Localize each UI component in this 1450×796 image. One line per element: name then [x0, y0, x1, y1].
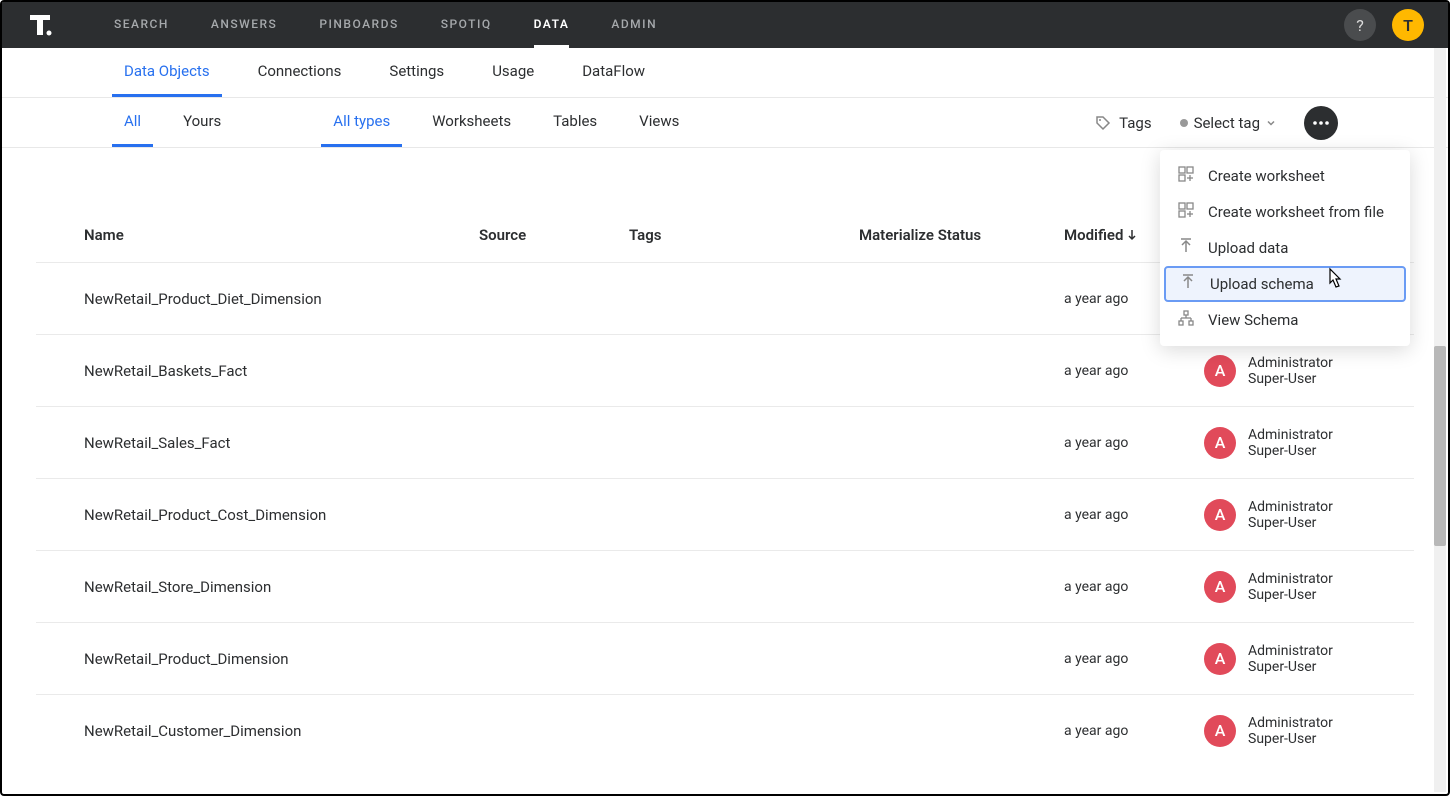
select-tag-label: Select tag [1194, 114, 1260, 132]
select-tag-dropdown[interactable]: Select tag [1180, 114, 1276, 132]
header-materialize[interactable]: Materialize Status [859, 226, 1064, 244]
nav-items: SEARCH ANSWERS PINBOARDS SPOTIQ DATA ADMIN [114, 3, 1344, 48]
author-name: Administrator Super-User [1248, 499, 1366, 531]
dropdown-item-label: Upload data [1208, 239, 1288, 257]
filter-type-tables[interactable]: Tables [541, 98, 609, 147]
author-avatar: A [1204, 355, 1236, 387]
table-row[interactable]: NewRetail_Product_Dimension a year agoA Ad… [36, 622, 1414, 694]
row-author: A Administrator Super-User [1204, 427, 1366, 459]
row-modified: a year ago [1064, 723, 1204, 739]
author-name: Administrator Super-User [1248, 355, 1366, 387]
row-name: NewRetail_Store_Dimension [84, 578, 479, 596]
sub-nav-settings[interactable]: Settings [377, 48, 456, 97]
table-row[interactable]: NewRetail_Product_Cost_Dimension a year a… [36, 478, 1414, 550]
sub-nav-dataflow[interactable]: DataFlow [570, 48, 657, 97]
filter-type-views[interactable]: Views [627, 98, 691, 147]
sort-down-icon [1127, 229, 1137, 241]
grid-icon [1178, 166, 1194, 186]
tags-button[interactable]: Tags [1095, 114, 1151, 132]
author-avatar: A [1204, 715, 1236, 747]
upload-icon [1178, 238, 1194, 258]
nav-right: ? T [1344, 9, 1424, 41]
table-row[interactable]: NewRetail_Store_Dimension a year agoA Admi… [36, 550, 1414, 622]
scrollbar-track[interactable] [1434, 48, 1446, 792]
header-name[interactable]: Name [84, 226, 479, 244]
row-modified: a year ago [1064, 651, 1204, 667]
row-author: A Administrator Super-User [1204, 499, 1366, 531]
top-nav: SEARCH ANSWERS PINBOARDS SPOTIQ DATA ADMIN ? … [2, 2, 1448, 48]
row-modified: a year ago [1064, 363, 1204, 379]
table-row[interactable]: NewRetail_Sales_Fact a year agoA Administr… [36, 406, 1414, 478]
filter-type-worksheets[interactable]: Worksheets [420, 98, 523, 147]
author-name: Administrator Super-User [1248, 571, 1366, 603]
row-name: NewRetail_Product_Dimension [84, 650, 479, 668]
filter-type-all-types[interactable]: All types [321, 98, 402, 147]
dropdown-item-label: View Schema [1208, 311, 1298, 329]
author-avatar: A [1204, 571, 1236, 603]
row-name: NewRetail_Product_Diet_Dimension [84, 290, 479, 308]
help-button[interactable]: ? [1344, 9, 1376, 41]
row-name: NewRetail_Sales_Fact [84, 434, 479, 452]
author-name: Administrator Super-User [1248, 643, 1366, 675]
row-author: A Administrator Super-User [1204, 715, 1366, 747]
actions-dropdown: Create worksheet Create worksheet from fi… [1160, 150, 1410, 346]
upload-icon [1180, 274, 1196, 294]
dropdown-item-label: Upload schema [1210, 275, 1314, 293]
row-name: NewRetail_Product_Cost_Dimension [84, 506, 479, 524]
filter-bar: AllYours All typesWorksheetsTablesViews … [2, 98, 1448, 148]
dropdown-item-create-worksheet-from-file[interactable]: Create worksheet from file [1160, 194, 1410, 230]
tag-dot-icon [1180, 119, 1188, 127]
header-source[interactable]: Source [479, 226, 629, 244]
header-tags[interactable]: Tags [629, 226, 859, 244]
dropdown-item-upload-schema[interactable]: Upload schema [1164, 266, 1406, 302]
dropdown-item-label: Create worksheet [1208, 167, 1325, 185]
dropdown-item-create-worksheet[interactable]: Create worksheet [1160, 158, 1410, 194]
row-name: NewRetail_Customer_Dimension [84, 722, 479, 740]
author-avatar: A [1204, 499, 1236, 531]
nav-item-data[interactable]: DATA [534, 3, 570, 48]
filter-scope: All Yours [112, 98, 251, 147]
filter-scope-yours[interactable]: Yours [171, 98, 233, 147]
row-author: A Administrator Super-User [1204, 571, 1366, 603]
row-name: NewRetail_Baskets_Fact [84, 362, 479, 380]
author-avatar: A [1204, 427, 1236, 459]
chevron-down-icon [1266, 118, 1276, 128]
filter-right: Tags Select tag [1095, 106, 1338, 140]
scrollbar-thumb[interactable] [1434, 346, 1446, 546]
sub-nav-usage[interactable]: Usage [480, 48, 546, 97]
nav-item-admin[interactable]: ADMIN [611, 3, 657, 48]
nav-item-answers[interactable]: ANSWERS [211, 3, 277, 48]
dropdown-item-view-schema[interactable]: View Schema [1160, 302, 1410, 338]
row-modified: a year ago [1064, 435, 1204, 451]
nav-item-spotiq[interactable]: SPOTIQ [441, 3, 492, 48]
row-author: A Administrator Super-User [1204, 355, 1366, 387]
author-name: Administrator Super-User [1248, 715, 1366, 747]
more-actions-button[interactable] [1304, 106, 1338, 140]
row-modified: a year ago [1064, 507, 1204, 523]
table-row[interactable]: NewRetail_Customer_Dimension a year agoAA… [36, 694, 1414, 766]
filter-types: All types Worksheets Tables Views [321, 98, 709, 147]
row-author: A Administrator Super-User [1204, 643, 1366, 675]
row-modified: a year ago [1064, 579, 1204, 595]
filter-scope-all[interactable]: All [112, 98, 153, 147]
nav-item-pinboards[interactable]: PINBOARDS [319, 3, 398, 48]
sub-nav-data-objects[interactable]: Data Objects [112, 48, 222, 97]
schema-icon [1178, 310, 1194, 330]
more-icon [1313, 121, 1329, 125]
grid-icon [1178, 202, 1194, 222]
nav-item-search[interactable]: SEARCH [114, 3, 169, 48]
tags-label: Tags [1119, 114, 1151, 132]
tag-icon [1095, 115, 1111, 131]
author-avatar: A [1204, 643, 1236, 675]
dropdown-item-label: Create worksheet from file [1208, 203, 1384, 221]
header-modified-label: Modified [1064, 226, 1123, 244]
sub-nav: Data Objects Connections Settings Usage Data… [2, 48, 1448, 98]
sub-nav-connections[interactable]: Connections [246, 48, 354, 97]
logo[interactable] [26, 11, 54, 39]
user-avatar[interactable]: T [1392, 9, 1424, 41]
author-name: Administrator Super-User [1248, 427, 1366, 459]
dropdown-item-upload-data[interactable]: Upload data [1160, 230, 1410, 266]
